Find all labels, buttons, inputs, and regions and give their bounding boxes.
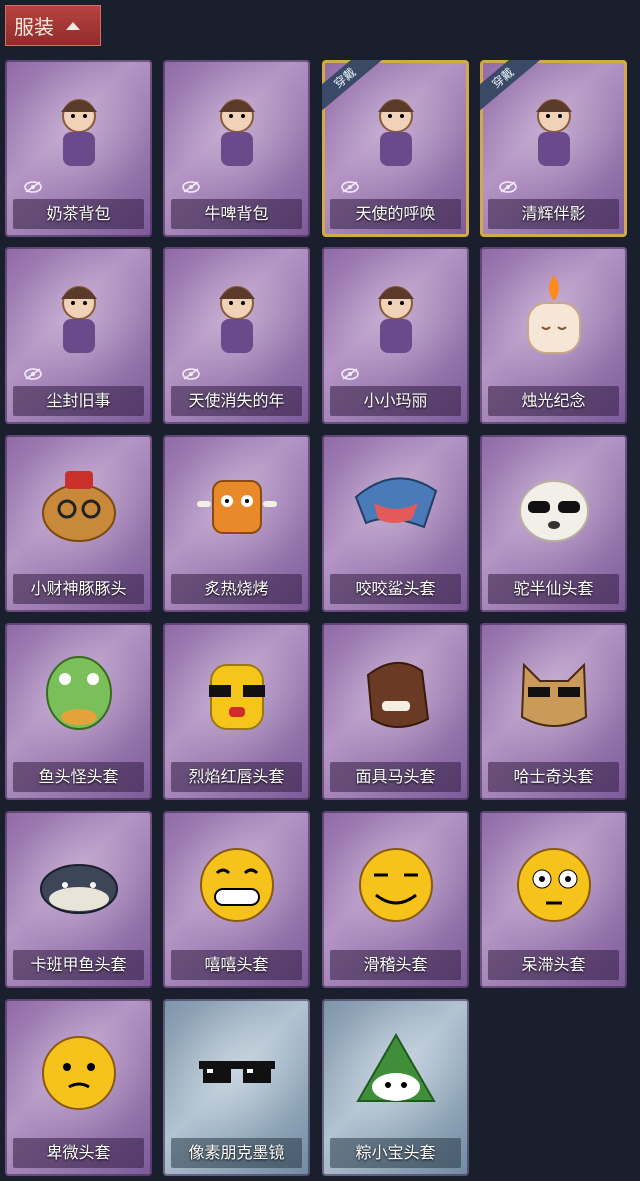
item-label: 烛光纪念 (521, 391, 586, 410)
eye-slash-icon[interactable] (23, 181, 43, 193)
item-card[interactable]: 小财神豚豚头 (5, 435, 152, 612)
item-card[interactable]: 像素朋克墨镜 (163, 999, 310, 1176)
bbq-icon (196, 480, 277, 534)
clear-radiance-icon (535, 99, 572, 166)
item-label: 卑微头套 (46, 1143, 111, 1162)
item-card[interactable]: 嘻嘻头套 (163, 811, 310, 988)
item-label: 哈士奇头套 (513, 767, 594, 786)
category-title: 服装 (14, 15, 54, 39)
item-label: 牛啤背包 (204, 204, 269, 223)
horse-head-icon (366, 662, 429, 728)
item-card[interactable]: 奶茶背包 (5, 60, 152, 237)
dusty-past-icon (60, 286, 97, 353)
item-card[interactable]: 滑稽头套 (322, 811, 469, 988)
item-card[interactable]: 天使消失的年 (163, 247, 310, 424)
fish-head-icon (45, 656, 112, 730)
item-label: 奶茶背包 (46, 204, 111, 223)
costume-category-tab[interactable]: 服装 (5, 5, 101, 46)
husky-head-icon (520, 662, 587, 727)
shark-head-icon (354, 477, 437, 529)
item-card[interactable]: 呆滞头套 (480, 811, 627, 988)
item-card[interactable]: 尘封旧事 (5, 247, 152, 424)
zongzi-head-icon (355, 1032, 436, 1102)
item-card[interactable]: 鱼头怪头套 (5, 623, 152, 800)
item-card[interactable]: 牛啤背包 (163, 60, 310, 237)
item-card[interactable]: 卡班甲鱼头套 (5, 811, 152, 988)
item-label: 咬咬鲨头套 (355, 579, 436, 598)
item-card[interactable]: 天使的呼唤 穿戴 (322, 60, 469, 237)
dazed-emoji-icon (516, 848, 591, 922)
item-label: 驼半仙头套 (513, 579, 594, 598)
item-label: 嘻嘻头套 (204, 955, 269, 974)
turtle-head-icon (39, 864, 118, 914)
silly-emoji-icon (358, 848, 433, 922)
item-label: 滑稽头套 (363, 955, 428, 974)
item-label: 小财神豚豚头 (30, 579, 127, 598)
eye-slash-icon[interactable] (340, 368, 360, 380)
capybara-head-icon (41, 471, 116, 542)
eye-slash-icon[interactable] (340, 181, 360, 193)
eye-slash-icon[interactable] (181, 181, 201, 193)
item-card[interactable]: 炙热烧烤 (163, 435, 310, 612)
item-label: 像素朋克墨镜 (188, 1143, 285, 1162)
eye-slash-icon[interactable] (181, 368, 201, 380)
item-card[interactable]: 粽小宝头套 (322, 999, 469, 1176)
item-label: 小小玛丽 (363, 391, 428, 410)
beer-backpack-icon (218, 99, 255, 166)
item-card[interactable]: 烛光纪念 (480, 247, 627, 424)
item-label: 鱼头怪头套 (38, 767, 119, 786)
red-lips-head-icon (208, 664, 265, 730)
candle-icon (526, 275, 581, 354)
angel-vanished-icon (218, 286, 255, 353)
angel-call-icon (377, 99, 414, 166)
item-card[interactable]: 驼半仙头套 (480, 435, 627, 612)
item-label: 天使消失的年 (188, 391, 285, 410)
item-label: 尘封旧事 (46, 391, 111, 410)
item-card[interactable]: 咬咬鲨头套 (322, 435, 469, 612)
grin-emoji-icon (199, 848, 274, 922)
item-label: 面具马头套 (355, 767, 436, 786)
milk-tea-backpack-icon (60, 99, 97, 166)
chevron-up-icon (66, 21, 80, 30)
eye-slash-icon[interactable] (498, 181, 518, 193)
humble-emoji-icon (41, 1036, 116, 1110)
item-label: 卡班甲鱼头套 (30, 955, 127, 974)
item-card[interactable]: 卑微头套 (5, 999, 152, 1176)
item-label: 清辉伴影 (521, 204, 586, 223)
little-mary-icon (377, 286, 414, 353)
eye-slash-icon[interactable] (23, 368, 43, 380)
item-label: 粽小宝头套 (355, 1143, 436, 1162)
pixel-sunglasses-icon (198, 1061, 275, 1083)
item-card[interactable]: 小小玛丽 (322, 247, 469, 424)
item-label: 炙热烧烤 (204, 579, 269, 598)
item-label: 呆滞头套 (521, 955, 586, 974)
item-card[interactable]: 烈焰红唇头套 (163, 623, 310, 800)
item-label: 天使的呼唤 (355, 204, 436, 223)
item-label: 烈焰红唇头套 (188, 767, 285, 786)
alpaca-head-icon (518, 480, 589, 542)
item-card[interactable]: 面具马头套 (322, 623, 469, 800)
item-card[interactable]: 清辉伴影 穿戴 (480, 60, 627, 237)
item-card[interactable]: 哈士奇头套 (480, 623, 627, 800)
